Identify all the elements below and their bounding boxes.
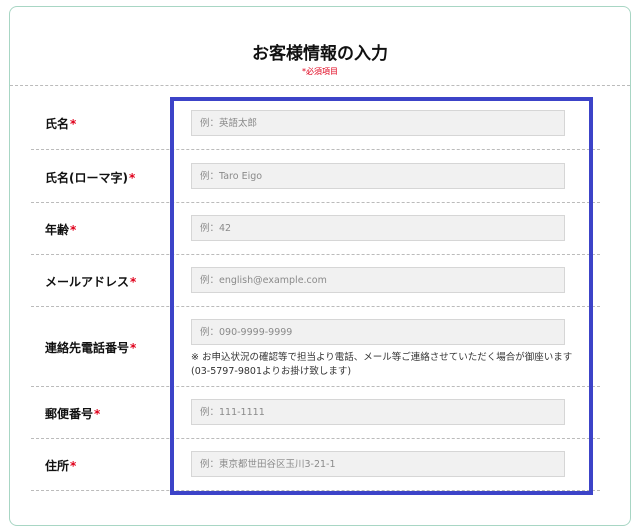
name-romaji-input[interactable] (191, 163, 565, 189)
name-romaji-label: 氏名(ローマ字)* (45, 171, 136, 185)
phone-contact-note: ※ お申込状況の確認等で担当より電話、メール等ご連絡させていただく場合が御座いま… (191, 352, 573, 377)
phone-label: 連絡先電話番号* (45, 341, 137, 355)
required-asterisk: * (130, 275, 137, 289)
address-label: 住所* (45, 459, 77, 473)
address-input[interactable] (191, 451, 565, 477)
required-asterisk: * (128, 171, 136, 185)
required-asterisk: * (130, 341, 137, 355)
form-row-postal-code: 郵便番号* (31, 387, 600, 439)
form-row-name-romaji: 氏名(ローマ字)* (31, 150, 600, 203)
email-input[interactable] (191, 267, 565, 293)
postal-code-input[interactable] (191, 399, 565, 425)
required-note: *必須項目 (302, 67, 338, 76)
age-input[interactable] (191, 215, 565, 241)
email-label: メールアドレス* (45, 275, 137, 289)
required-asterisk: * (94, 407, 101, 421)
age-label: 年齢* (45, 223, 77, 237)
form-row-name: 氏名* (31, 97, 600, 150)
header-divider (10, 85, 630, 86)
required-asterisk: * (70, 117, 77, 131)
form-row-age: 年齢* (31, 203, 600, 255)
name-input[interactable] (191, 110, 565, 136)
form-row-address: 住所* (31, 439, 600, 491)
name-label: 氏名* (45, 117, 77, 131)
required-asterisk: * (70, 223, 77, 237)
phone-input[interactable] (191, 319, 565, 345)
postal-code-label: 郵便番号* (45, 407, 101, 421)
form-row-email: メールアドレス* (31, 255, 600, 307)
form-row-phone: 連絡先電話番号* ※ お申込状況の確認等で担当より電話、メール等ご連絡させていた… (31, 307, 600, 387)
required-asterisk: * (70, 459, 77, 473)
form-title: お客様情報の入力 (252, 44, 388, 64)
